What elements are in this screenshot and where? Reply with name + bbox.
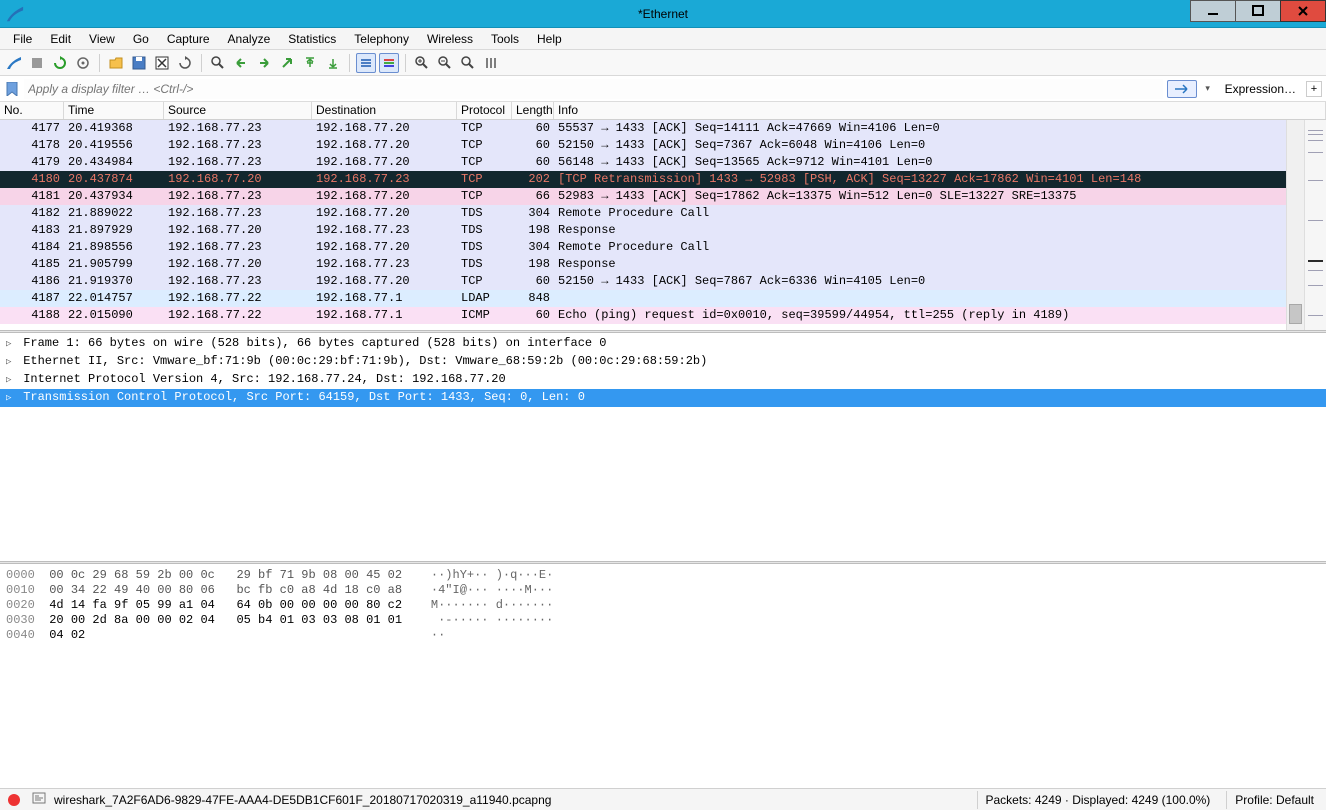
expand-icon[interactable]: ▷: [6, 354, 16, 371]
menu-telephony[interactable]: Telephony: [345, 29, 418, 49]
packet-row[interactable]: 418321.897929192.168.77.20192.168.77.23T…: [0, 222, 1286, 239]
profile-label[interactable]: Profile: Default: [1226, 791, 1322, 809]
titlebar: *Ethernet: [0, 0, 1326, 28]
add-filter-button[interactable]: +: [1306, 81, 1322, 97]
menu-capture[interactable]: Capture: [158, 29, 219, 49]
menu-file[interactable]: File: [4, 29, 41, 49]
hex-line[interactable]: 0020 4d 14 fa 9f 05 99 a1 04 64 0b 00 00…: [6, 598, 1320, 613]
capture-file-label: wireshark_7A2F6AD6-9829-47FE-AAA4-DE5DB1…: [54, 793, 551, 807]
find-icon[interactable]: [208, 53, 228, 73]
first-icon[interactable]: [300, 53, 320, 73]
toolbar: [0, 50, 1326, 76]
packet-row[interactable]: 418621.919370192.168.77.23192.168.77.20T…: [0, 273, 1286, 290]
window-title: *Ethernet: [638, 7, 688, 21]
packet-row[interactable]: 418521.905799192.168.77.20192.168.77.23T…: [0, 256, 1286, 273]
colorize-icon[interactable]: [379, 53, 399, 73]
filter-history-dropdown[interactable]: ▾: [1201, 83, 1215, 94]
zoom-in-icon[interactable]: [412, 53, 432, 73]
close-button[interactable]: [1280, 0, 1326, 22]
detail-node[interactable]: ▷ Transmission Control Protocol, Src Por…: [0, 389, 1326, 407]
forward-icon[interactable]: [254, 53, 274, 73]
packet-row[interactable]: 417720.419368192.168.77.23192.168.77.20T…: [0, 120, 1286, 137]
packet-row[interactable]: 417820.419556192.168.77.23192.168.77.20T…: [0, 137, 1286, 154]
goto-icon[interactable]: [277, 53, 297, 73]
statusbar: wireshark_7A2F6AD6-9829-47FE-AAA4-DE5DB1…: [0, 788, 1326, 810]
open-icon[interactable]: [106, 53, 126, 73]
detail-node[interactable]: ▷ Frame 1: 66 bytes on wire (528 bits), …: [0, 335, 1326, 353]
packet-list-container: 417720.419368192.168.77.23192.168.77.20T…: [0, 120, 1326, 330]
col-header-protocol[interactable]: Protocol: [457, 102, 512, 119]
hex-line[interactable]: 0010 00 34 22 49 40 00 80 06 bc fb c0 a8…: [6, 583, 1320, 598]
display-filter-input[interactable]: [24, 79, 1163, 99]
restart-icon[interactable]: [50, 53, 70, 73]
filter-bar: ▾ Expression… +: [0, 76, 1326, 102]
save-icon[interactable]: [129, 53, 149, 73]
stop-icon[interactable]: [27, 53, 47, 73]
packet-counts: Packets: 4249 · Displayed: 4249 (100.0%): [977, 791, 1219, 809]
menu-statistics[interactable]: Statistics: [279, 29, 345, 49]
packet-list-header: No. Time Source Destination Protocol Len…: [0, 102, 1326, 120]
menu-edit[interactable]: Edit: [41, 29, 80, 49]
packet-minimap[interactable]: [1304, 120, 1326, 330]
minimize-button[interactable]: [1190, 0, 1236, 22]
apply-filter-button[interactable]: [1167, 80, 1197, 98]
autoscroll-icon[interactable]: [356, 53, 376, 73]
back-icon[interactable]: [231, 53, 251, 73]
col-header-length[interactable]: Length: [512, 102, 554, 119]
expand-icon[interactable]: ▷: [6, 372, 16, 389]
shark-fin-icon[interactable]: [4, 53, 24, 73]
expression-button[interactable]: Expression…: [1219, 82, 1302, 96]
packet-row[interactable]: 418020.437874192.168.77.20192.168.77.23T…: [0, 171, 1286, 188]
hex-line[interactable]: 0030 20 00 2d 8a 00 00 02 04 05 b4 01 03…: [6, 613, 1320, 628]
menu-view[interactable]: View: [80, 29, 124, 49]
menubar: File Edit View Go Capture Analyze Statis…: [0, 28, 1326, 50]
resize-columns-icon[interactable]: [481, 53, 501, 73]
close-file-icon[interactable]: [152, 53, 172, 73]
col-header-time[interactable]: Time: [64, 102, 164, 119]
app-icon: [6, 5, 24, 23]
packet-row[interactable]: 417920.434984192.168.77.23192.168.77.20T…: [0, 154, 1286, 171]
packet-row[interactable]: 418822.015090192.168.77.22192.168.77.1IC…: [0, 307, 1286, 324]
packet-list[interactable]: 417720.419368192.168.77.23192.168.77.20T…: [0, 120, 1286, 330]
packet-row[interactable]: 418221.889022192.168.77.23192.168.77.20T…: [0, 205, 1286, 222]
zoom-out-icon[interactable]: [435, 53, 455, 73]
zoom-reset-icon[interactable]: [458, 53, 478, 73]
packet-bytes[interactable]: 0000 00 0c 29 68 59 2b 00 0c 29 bf 71 9b…: [0, 564, 1326, 792]
col-header-destination[interactable]: Destination: [312, 102, 457, 119]
menu-go[interactable]: Go: [124, 29, 158, 49]
expert-info-icon[interactable]: [8, 794, 20, 806]
hex-line[interactable]: 0040 04 02 ··: [6, 628, 1320, 643]
packet-list-scrollbar[interactable]: [1286, 120, 1304, 330]
bookmark-icon[interactable]: [4, 81, 20, 97]
packet-row[interactable]: 418421.898556192.168.77.23192.168.77.20T…: [0, 239, 1286, 256]
reload-icon[interactable]: [175, 53, 195, 73]
hex-line[interactable]: 0000 00 0c 29 68 59 2b 00 0c 29 bf 71 9b…: [6, 568, 1320, 583]
packet-row[interactable]: 418722.014757192.168.77.22192.168.77.1LD…: [0, 290, 1286, 307]
capture-props-icon[interactable]: [32, 791, 46, 808]
menu-help[interactable]: Help: [528, 29, 571, 49]
detail-node[interactable]: ▷ Internet Protocol Version 4, Src: 192.…: [0, 371, 1326, 389]
packet-details[interactable]: ▷ Frame 1: 66 bytes on wire (528 bits), …: [0, 333, 1326, 561]
col-header-info[interactable]: Info: [554, 102, 1326, 119]
col-header-number[interactable]: No.: [0, 102, 64, 119]
col-header-source[interactable]: Source: [164, 102, 312, 119]
packet-row[interactable]: 418120.437934192.168.77.23192.168.77.20T…: [0, 188, 1286, 205]
detail-node[interactable]: ▷ Ethernet II, Src: Vmware_bf:71:9b (00:…: [0, 353, 1326, 371]
menu-wireless[interactable]: Wireless: [418, 29, 482, 49]
maximize-button[interactable]: [1235, 0, 1281, 22]
expand-icon[interactable]: ▷: [6, 336, 16, 353]
options-icon[interactable]: [73, 53, 93, 73]
menu-analyze[interactable]: Analyze: [219, 29, 280, 49]
expand-icon[interactable]: ▷: [6, 390, 16, 407]
menu-tools[interactable]: Tools: [482, 29, 528, 49]
last-icon[interactable]: [323, 53, 343, 73]
